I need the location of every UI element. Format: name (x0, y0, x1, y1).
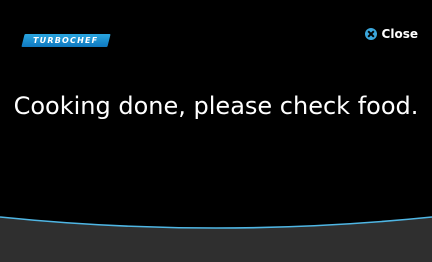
logo-text: TURBOCHEF (33, 36, 99, 45)
turbochef-logo: TURBOCHEF (21, 34, 111, 47)
bottom-panel-fill (0, 217, 432, 262)
close-button[interactable]: Close (364, 26, 418, 42)
bottom-wave-panel (0, 216, 432, 262)
close-label: Close (381, 27, 418, 41)
cooking-done-message: Cooking done, please check food. (13, 92, 419, 120)
cooking-done-screen: TURBOCHEF Close Cooking done, please che… (0, 0, 432, 262)
close-icon (364, 28, 377, 40)
